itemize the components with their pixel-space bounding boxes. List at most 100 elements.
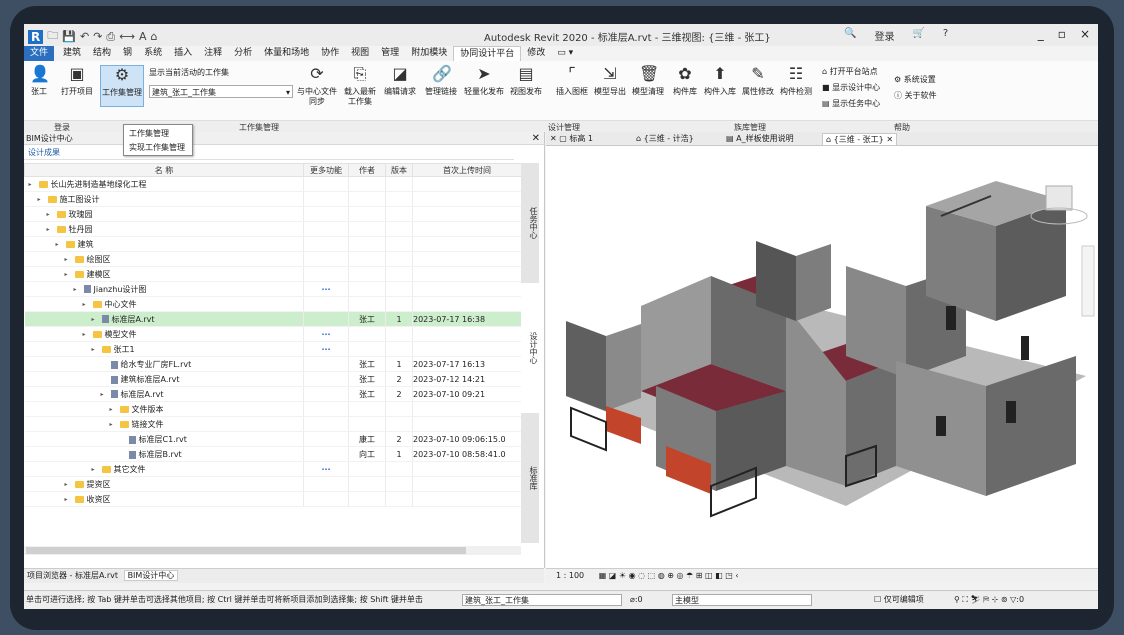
tree-node[interactable]: 建筑标准层A.rvt	[24, 371, 304, 387]
tab-manage[interactable]: 管理	[375, 46, 405, 61]
tree-node[interactable]: ▸ 模型文件	[24, 326, 304, 342]
tree-node[interactable]: ▸ 收资区	[24, 491, 304, 507]
selection-filter-icons[interactable]: ⚲ ⛶ ⛷ ⛿ ⊹ ⊚ ▽:0	[954, 591, 1024, 609]
more-actions[interactable]: ···	[303, 461, 349, 477]
tab-panel-toggle[interactable]: ▭ ▾	[551, 46, 579, 61]
expand-icon[interactable]: ▸	[65, 481, 72, 488]
table-row[interactable]: ▸ 张工1 ···	[24, 341, 533, 357]
more-actions[interactable]	[303, 491, 349, 507]
workset-select[interactable]: 建筑_张工_工作集 ▾	[149, 85, 293, 98]
system-settings-link[interactable]: ⚙ 系统设置	[894, 74, 936, 85]
tab-massing-site[interactable]: 体量和场地	[258, 46, 315, 61]
more-actions[interactable]	[303, 476, 349, 492]
light-publish-button[interactable]: ➤ 轻量化发布	[462, 65, 506, 97]
col-author[interactable]: 作者	[348, 163, 386, 177]
view-cube[interactable]	[1045, 185, 1073, 211]
minimize-button[interactable]: _	[1038, 27, 1044, 41]
more-actions[interactable]	[303, 236, 349, 252]
search-icon[interactable]: 🔍	[844, 28, 856, 43]
view-tab-level1[interactable]: ✕ ▢ 标高 1	[550, 133, 593, 144]
status-workset-select[interactable]: 建筑_张工_工作集	[462, 594, 622, 606]
table-row[interactable]: ▸ 模型文件 ···	[24, 326, 533, 342]
tree-node[interactable]: ▸ 链接文件	[24, 416, 304, 432]
more-actions[interactable]	[303, 266, 349, 282]
table-row[interactable]: ▸ 玫瑰园	[24, 206, 533, 222]
tab-design-results[interactable]: 设计成果	[28, 147, 60, 158]
tab-project-browser[interactable]: 项目浏览器 - 标准层A.rvt	[24, 571, 121, 580]
expand-icon[interactable]: ▸	[92, 346, 99, 353]
table-row[interactable]: ▸ 长山先进制造基地绿化工程	[24, 176, 533, 192]
more-actions[interactable]: ···	[303, 281, 349, 297]
table-row[interactable]: ▸ 中心文件	[24, 296, 533, 312]
tree-node[interactable]: ▸ 标准层A.rvt	[24, 311, 304, 327]
component-check-button[interactable]: ☷ 构件检测	[778, 65, 814, 97]
tree-node[interactable]: ▸ 其它文件	[24, 461, 304, 477]
login-user-button[interactable]: 👤 张工	[28, 65, 50, 97]
sync-center-button[interactable]: ⟳ 与中心文件 同步	[296, 65, 338, 107]
col-more[interactable]: 更多功能	[303, 163, 349, 177]
expand-icon[interactable]: ▸	[65, 496, 72, 503]
login-link[interactable]: 登录	[874, 28, 894, 43]
more-actions[interactable]	[303, 176, 349, 192]
table-row[interactable]: ▸ 收资区	[24, 491, 533, 507]
col-name[interactable]: 名 称	[24, 163, 304, 177]
revit-logo-icon[interactable]: R	[28, 29, 44, 44]
tree-node[interactable]: ▸ 绘图区	[24, 251, 304, 267]
table-row[interactable]: ▸ 施工图设计	[24, 191, 533, 207]
more-actions[interactable]	[303, 191, 349, 207]
more-actions[interactable]: ···	[303, 326, 349, 342]
tab-structure[interactable]: 结构	[87, 46, 117, 61]
tab-file[interactable]: 文件	[24, 46, 55, 61]
table-row[interactable]: ▸ 牡丹园	[24, 221, 533, 237]
table-row[interactable]: ▸ 建模区	[24, 266, 533, 282]
redo-icon[interactable]: ↷	[93, 30, 102, 43]
3d-view-icon[interactable]: ⌂	[151, 30, 158, 43]
more-actions[interactable]	[303, 356, 349, 372]
model-cleanup-button[interactable]: 🗑 模型清理	[630, 65, 666, 97]
more-actions[interactable]	[303, 311, 349, 327]
more-actions[interactable]	[303, 251, 349, 267]
print-icon[interactable]: ⎙	[106, 30, 115, 44]
table-row[interactable]: ▸ 绘图区	[24, 251, 533, 267]
more-actions[interactable]	[303, 401, 349, 417]
save-icon[interactable]: 💾	[62, 30, 76, 43]
expand-icon[interactable]: ▸	[47, 211, 54, 218]
show-task-center-link[interactable]: ▤ 显示任务中心	[822, 98, 880, 109]
tree-node[interactable]: 标准层B.rvt	[24, 446, 304, 462]
horizontal-scrollbar[interactable]	[24, 546, 521, 555]
expand-icon[interactable]: ▸	[47, 226, 54, 233]
view-scale[interactable]: 1 : 100	[556, 571, 584, 580]
table-row[interactable]: ▸ 建筑	[24, 236, 533, 252]
close-button[interactable]: ×	[1080, 27, 1090, 41]
tree-node[interactable]: ▸ 中心文件	[24, 296, 304, 312]
table-row[interactable]: ▸ 提资区	[24, 476, 533, 492]
design-option-select[interactable]: 主模型	[672, 594, 812, 606]
tab-view[interactable]: 视图	[345, 46, 375, 61]
open-project-button[interactable]: ▣ 打开项目	[60, 65, 94, 97]
table-row[interactable]: ▸ 其它文件 ···	[24, 461, 533, 477]
tree-node[interactable]: 标准层C1.rvt	[24, 431, 304, 447]
tree-node[interactable]: 给水专业厂房FL.rvt	[24, 356, 304, 372]
navigation-bar[interactable]	[1081, 245, 1095, 317]
tab-insert[interactable]: 插入	[168, 46, 198, 61]
edit-request-button[interactable]: ◪ 编辑请求	[382, 65, 418, 97]
expand-icon[interactable]: ▸	[83, 331, 90, 338]
col-version[interactable]: 版本	[385, 163, 413, 177]
tree-node[interactable]: ▸ 建筑	[24, 236, 304, 252]
table-row[interactable]: ▸ 标准层A.rvt 张工 1 2023-07-17 16:38	[24, 311, 533, 327]
table-row[interactable]: 标准层B.rvt 向工 1 2023-07-10 08:58:41.0	[24, 446, 533, 462]
rail-design-center[interactable]: 设计中心	[521, 283, 539, 413]
table-row[interactable]: 建筑标准层A.rvt 张工 2 2023-07-12 14:21	[24, 371, 533, 387]
text-icon[interactable]: A	[139, 30, 147, 43]
expand-icon[interactable]: ▸	[110, 406, 117, 413]
expand-icon[interactable]: ▸	[56, 241, 63, 248]
table-row[interactable]: ▸ 标准层A.rvt 张工 2 2023-07-10 09:21	[24, 386, 533, 402]
tree-node[interactable]: ▸ 标准层A.rvt	[24, 386, 304, 402]
show-current-workset-label[interactable]: 显示当前活动的工作集	[149, 67, 229, 78]
col-upload-time[interactable]: 首次上传时间	[412, 163, 522, 177]
more-actions[interactable]	[303, 371, 349, 387]
close-panel-icon[interactable]: ✕	[532, 132, 540, 145]
more-actions[interactable]	[303, 386, 349, 402]
more-actions[interactable]	[303, 296, 349, 312]
insert-frame-button[interactable]: ⌜ 插入图框	[554, 65, 590, 97]
